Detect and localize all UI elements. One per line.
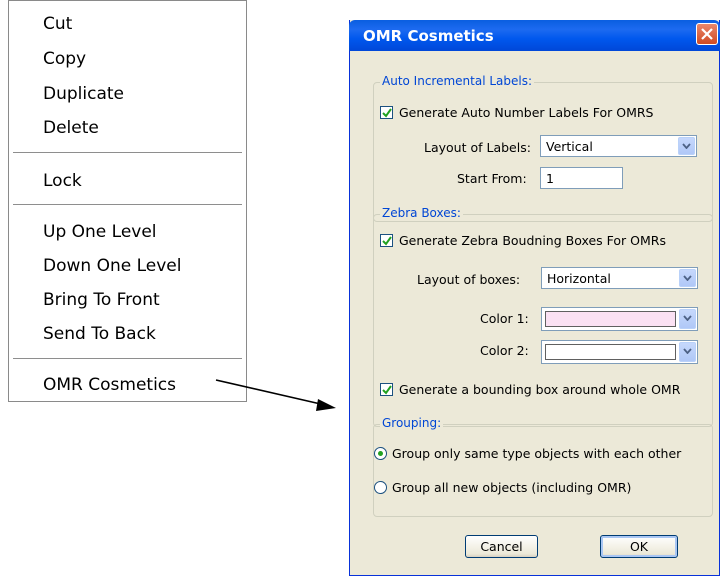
start-from-value: 1 xyxy=(546,171,554,186)
bounding-box-label: Generate a bounding box around whole OMR xyxy=(399,382,681,397)
chevron-down-icon xyxy=(683,275,692,281)
bounding-box-checkbox[interactable] xyxy=(380,383,393,396)
grouping-group: Grouping: xyxy=(373,416,713,517)
checkmark-icon xyxy=(382,108,392,118)
color2-swatch xyxy=(545,344,676,360)
dropdown-button[interactable] xyxy=(678,137,695,155)
color2-picker[interactable] xyxy=(541,340,698,364)
generate-zebra-checkbox[interactable] xyxy=(380,234,393,247)
checkmark-icon xyxy=(382,385,392,395)
chevron-down-icon xyxy=(683,348,692,354)
dropdown-button[interactable] xyxy=(679,342,696,362)
title-bar[interactable]: OMR Cosmetics xyxy=(349,20,720,51)
zebra-boxes-legend: Zebra Boxes: xyxy=(380,206,463,220)
close-button[interactable] xyxy=(696,23,718,45)
layout-labels-value: Vertical xyxy=(546,139,593,154)
dropdown-button[interactable] xyxy=(679,309,696,329)
generate-labels-checkbox[interactable] xyxy=(380,106,393,119)
color1-swatch xyxy=(545,311,676,327)
close-icon xyxy=(701,28,713,40)
layout-boxes-value: Horizontal xyxy=(547,271,611,286)
checkmark-icon xyxy=(382,236,392,246)
radio-selected-dot xyxy=(378,451,383,456)
auto-labels-legend: Auto Incremental Labels: xyxy=(380,74,535,88)
chevron-down-icon xyxy=(682,143,691,149)
generate-zebra-label: Generate Zebra Boudning Boxes For OMRs xyxy=(399,233,666,248)
cancel-button[interactable]: Cancel xyxy=(465,535,538,558)
color1-label: Color 1: xyxy=(480,311,529,326)
chevron-down-icon xyxy=(683,315,692,321)
grouping-legend: Grouping: xyxy=(380,416,444,430)
start-from-label: Start From: xyxy=(457,171,527,186)
color1-picker[interactable] xyxy=(541,307,698,331)
group-all-radio[interactable] xyxy=(374,481,387,494)
group-same-type-label: Group only same type objects with each o… xyxy=(392,446,682,461)
group-all-label: Group all new objects (including OMR) xyxy=(392,480,632,495)
omr-cosmetics-dialog: OMR Cosmetics Auto Incremental Labels: G… xyxy=(349,20,720,576)
dialog-title: OMR Cosmetics xyxy=(363,27,494,45)
dropdown-button[interactable] xyxy=(679,269,696,287)
group-same-type-radio[interactable] xyxy=(374,447,387,460)
layout-labels-label: Layout of Labels: xyxy=(424,140,531,155)
start-from-input[interactable]: 1 xyxy=(540,167,623,189)
layout-boxes-select[interactable]: Horizontal xyxy=(541,267,698,289)
layout-labels-select[interactable]: Vertical xyxy=(540,135,697,157)
layout-boxes-label: Layout of boxes: xyxy=(417,272,521,287)
color2-label: Color 2: xyxy=(480,343,529,358)
ok-button[interactable]: OK xyxy=(600,535,678,558)
generate-labels-label: Generate Auto Number Labels For OMRS xyxy=(399,105,654,120)
